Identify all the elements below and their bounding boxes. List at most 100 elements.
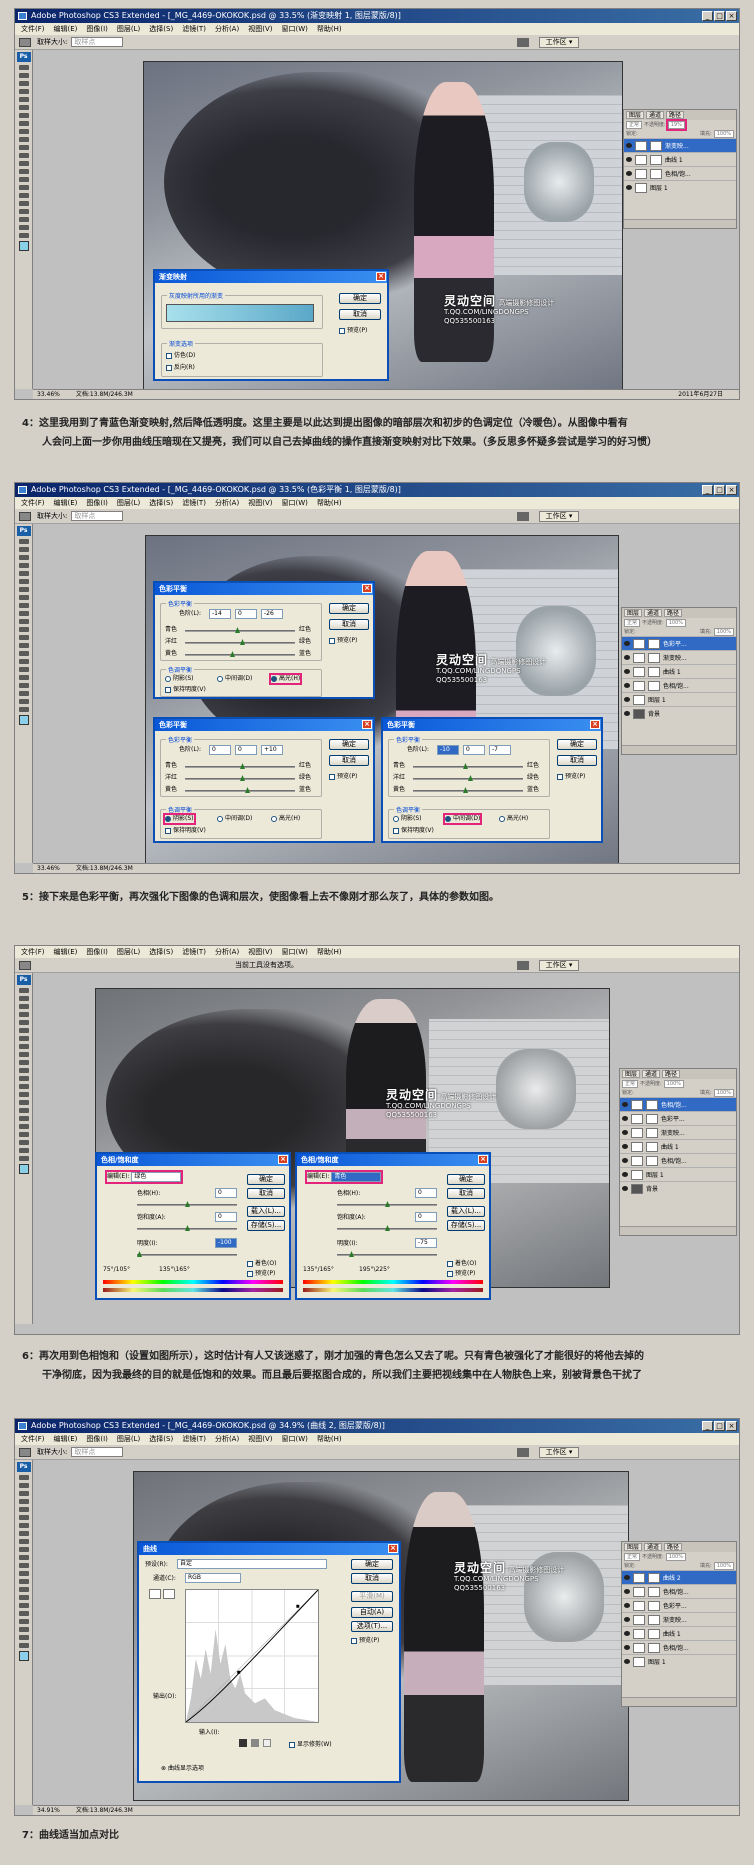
tab-layers[interactable]: 图层 — [624, 1543, 643, 1551]
show-clipping-checkbox[interactable]: 显示修剪(W) — [289, 1741, 332, 1749]
eye-icon[interactable] — [626, 157, 632, 162]
opacity-field[interactable]: 19% — [665, 118, 687, 131]
workspace-button[interactable]: 工作区 ▾ — [539, 960, 579, 971]
radio-shadows[interactable]: 阴影(S) — [165, 675, 194, 683]
menu-image[interactable]: 图像(I) — [86, 497, 108, 509]
fill-field[interactable]: 100% — [713, 1561, 734, 1570]
eyedropper-tool-icon[interactable] — [18, 1140, 29, 1145]
cancel-button[interactable]: 取消 — [351, 1573, 393, 1584]
eraser-tool-icon[interactable] — [18, 619, 29, 624]
palette-well-icon[interactable] — [517, 961, 529, 970]
brush-tool-icon[interactable] — [18, 1531, 29, 1536]
dialog-close-button[interactable]: × — [388, 1544, 398, 1553]
eye-icon[interactable] — [626, 171, 632, 176]
colorize-checkbox[interactable]: 着色(O) — [447, 1260, 476, 1268]
menu-edit[interactable]: 编辑(E) — [54, 946, 78, 958]
minimize-button[interactable]: _ — [702, 1421, 713, 1431]
color-swatch[interactable] — [18, 241, 29, 251]
menu-window[interactable]: 窗口(W) — [281, 497, 307, 509]
type-tool-icon[interactable] — [18, 1108, 29, 1113]
menu-edit[interactable]: 编辑(E) — [54, 1433, 78, 1445]
minimize-button[interactable]: _ — [702, 485, 713, 495]
layer-row[interactable]: 曲线 1 — [622, 664, 736, 678]
black-eyedropper-icon[interactable] — [239, 1739, 247, 1747]
preserve-luminosity-checkbox[interactable]: 保持明度(V) — [165, 827, 206, 835]
menu-help[interactable]: 帮助(H) — [317, 497, 342, 509]
opacity-field[interactable]: 100% — [665, 618, 686, 627]
menu-file[interactable]: 文件(F) — [21, 946, 45, 958]
dialog-close-button[interactable]: × — [362, 584, 372, 593]
blur-tool-icon[interactable] — [18, 635, 29, 640]
level-yellow-blue[interactable]: -7 — [489, 745, 511, 755]
eye-icon[interactable] — [624, 697, 630, 702]
slice-tool-icon[interactable] — [18, 1028, 29, 1033]
crop-tool-icon[interactable] — [18, 1020, 29, 1025]
menu-window[interactable]: 窗口(W) — [281, 946, 307, 958]
maximize-button[interactable]: □ — [714, 1421, 725, 1431]
tab-paths[interactable]: 路径 — [664, 1543, 683, 1551]
workspace-button[interactable]: 工作区 ▾ — [539, 1447, 579, 1458]
history-brush-icon[interactable] — [18, 611, 29, 616]
dialog-close-button[interactable]: × — [590, 720, 600, 729]
layer-row[interactable]: 色彩平... — [620, 1111, 736, 1125]
shape-tool-icon[interactable] — [18, 675, 29, 680]
cancel-button[interactable]: 取消 — [557, 755, 597, 766]
tab-channels[interactable]: 通道 — [644, 609, 663, 617]
menu-filter[interactable]: 滤镜(T) — [182, 23, 206, 35]
palette-well-icon[interactable] — [517, 512, 529, 521]
saturation-field[interactable]: 0 — [415, 1212, 437, 1222]
slice-tool-icon[interactable] — [18, 579, 29, 584]
eye-icon[interactable] — [624, 1603, 630, 1608]
heal-tool-icon[interactable] — [18, 1036, 29, 1041]
menu-analysis[interactable]: 分析(A) — [215, 946, 239, 958]
preserve-luminosity-checkbox[interactable]: 保持明度(V) — [393, 827, 434, 835]
layer-row[interactable]: 色相/饱... — [622, 1640, 736, 1654]
menu-view[interactable]: 视图(V) — [248, 497, 272, 509]
radio-midtones[interactable]: 中间调(D) — [217, 815, 252, 823]
color-swatch[interactable] — [18, 1164, 29, 1174]
type-tool-icon[interactable] — [18, 1595, 29, 1600]
close-button[interactable]: × — [726, 11, 737, 21]
fill-field[interactable]: 100% — [713, 627, 734, 636]
ok-button[interactable]: 确定 — [339, 293, 381, 304]
lasso-tool-icon[interactable] — [18, 1491, 29, 1496]
preset-select[interactable]: 自定 — [177, 1559, 327, 1569]
gray-eyedropper-icon[interactable] — [251, 1739, 259, 1747]
radio-shadows[interactable]: 阴影(S) — [163, 813, 196, 825]
cancel-button[interactable]: 取消 — [247, 1188, 285, 1199]
dialog-close-button[interactable]: × — [376, 272, 386, 281]
close-button[interactable]: × — [726, 1421, 737, 1431]
menu-select[interactable]: 选择(S) — [149, 1433, 173, 1445]
move-tool-icon[interactable] — [18, 988, 29, 993]
pen-tool-icon[interactable] — [18, 651, 29, 656]
history-brush-icon[interactable] — [18, 137, 29, 142]
menu-edit[interactable]: 编辑(E) — [54, 497, 78, 509]
eye-icon[interactable] — [624, 655, 630, 660]
menu-view[interactable]: 视图(V) — [248, 23, 272, 35]
zoom-tool-icon[interactable] — [18, 707, 29, 712]
panel-buttons[interactable] — [620, 1226, 736, 1235]
crop-tool-icon[interactable] — [18, 571, 29, 576]
menu-file[interactable]: 文件(F) — [21, 1433, 45, 1445]
stamp-tool-icon[interactable] — [18, 603, 29, 608]
eyedropper-icon[interactable] — [19, 38, 31, 47]
wand-tool-icon[interactable] — [18, 1012, 29, 1017]
layer-row[interactable]: 渐变映... — [624, 138, 736, 152]
layer-row[interactable]: 色相/饱... — [622, 1584, 736, 1598]
dodge-tool-icon[interactable] — [18, 1092, 29, 1097]
heal-tool-icon[interactable] — [18, 1523, 29, 1528]
curve-point-tool-icon[interactable] — [149, 1589, 161, 1599]
layer-row[interactable]: 曲线 2 — [622, 1570, 736, 1584]
menu-window[interactable]: 窗口(W) — [281, 1433, 307, 1445]
menu-filter[interactable]: 滤镜(T) — [182, 946, 206, 958]
notes-tool-icon[interactable] — [18, 209, 29, 214]
menu-image[interactable]: 图像(I) — [86, 946, 108, 958]
tab-paths[interactable]: 路径 — [662, 1070, 681, 1078]
zoom-tool-icon[interactable] — [18, 233, 29, 238]
cancel-button[interactable]: 取消 — [329, 755, 369, 766]
sample-size-select[interactable]: 取样点 — [71, 1447, 124, 1457]
color-swatch[interactable] — [18, 715, 29, 725]
menu-help[interactable]: 帮助(H) — [317, 1433, 342, 1445]
eye-icon[interactable] — [622, 1158, 628, 1163]
menu-layer[interactable]: 图层(L) — [117, 497, 140, 509]
